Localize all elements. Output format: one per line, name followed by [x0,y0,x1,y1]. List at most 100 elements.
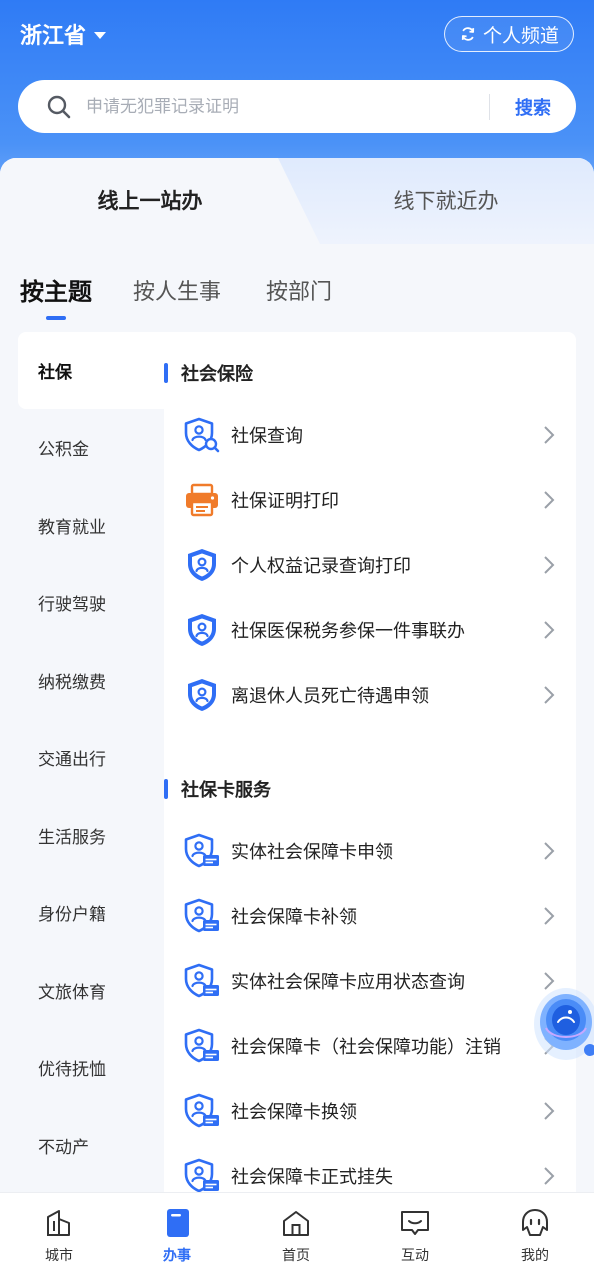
personal-channel-button[interactable]: 个人频道 [444,16,574,52]
nav-label: 办事 [163,1248,191,1264]
list-item[interactable]: 社保医保税务参保一件事联办 [164,597,576,662]
service-label: 社保医保税务参保一件事联办 [231,620,465,642]
robot-assistant-icon [534,988,594,1060]
region-label: 浙江省 [20,24,87,49]
sidebar-item-benefits[interactable]: 优待抚恤 [18,1029,164,1106]
service-label: 社会保障卡补领 [231,906,357,928]
sidebar: 社保 公积金 教育就业 行驶驾驶 纳税缴费 交通出行 生活服务 身份户籍 文旅体… [18,332,164,1198]
list-item[interactable]: 社会保障卡换领 [164,1078,576,1143]
chevron-right-icon [544,1166,555,1185]
section-title-text: 社会保险 [181,364,253,385]
shield-card-icon [184,1093,219,1127]
service-list: 社会保险 社保查询 社保证明打印 个人权益记录查询打印 社保医保税务参保一件事联… [164,332,576,1198]
list-item[interactable]: 实体社会保障卡应用状态查询 [164,948,576,1013]
sidebar-item-transport[interactable]: 交通出行 [18,719,164,796]
nav-label: 首页 [282,1248,310,1264]
service-label: 社保查询 [231,425,303,447]
sidebar-item-driving[interactable]: 行驶驾驶 [18,564,164,641]
service-label: 社会保障卡（社会保障功能）注销 [231,1036,501,1058]
shield-card-icon [184,963,219,997]
service-label: 社会保障卡正式挂失 [231,1166,393,1188]
search-bar: 搜索 [18,80,576,133]
assistant-floating-button[interactable] [528,980,594,1068]
section-marker [164,779,168,799]
list-item[interactable]: 社保证明打印 [164,467,576,532]
search-icon [47,95,71,118]
chat-bubble-icon [401,1211,429,1235]
shield-user-icon [188,548,216,581]
tab-by-theme[interactable]: 按主题 [20,272,92,307]
shield-card-icon [184,898,219,932]
shield-card-icon [184,833,219,867]
search-input[interactable] [86,96,489,117]
nav-label: 互动 [401,1248,429,1264]
tab-by-life-event[interactable]: 按人生事 [133,274,221,306]
service-label: 离退休人员死亡待遇申领 [231,685,429,707]
top-bar: 浙江省 个人频道 [0,0,594,70]
nav-label: 我的 [521,1248,549,1264]
tab-offline[interactable]: 线下就近办 [346,184,546,218]
service-label: 个人权益记录查询打印 [231,555,411,577]
sidebar-item-social-security[interactable]: 社保 [18,332,164,409]
chevron-right-icon [544,1101,555,1120]
service-label: 实体社会保障卡申领 [231,841,393,863]
home-icon [283,1211,309,1236]
nav-city[interactable]: 城市 [0,1193,118,1280]
profile-face-icon [522,1209,548,1236]
bottom-navigation: 城市 办事 首页 互动 我的 [0,1192,594,1280]
service-content: 社保 公积金 教育就业 行驶驾驶 纳税缴费 交通出行 生活服务 身份户籍 文旅体… [18,332,576,1198]
sidebar-item-identity[interactable]: 身份户籍 [18,874,164,951]
section-title: 社保卡服务 [164,774,271,804]
search-button[interactable]: 搜索 [490,94,576,120]
chevron-right-icon [544,620,555,639]
tab-by-department[interactable]: 按部门 [266,274,332,306]
list-item[interactable]: 社会保障卡补领 [164,883,576,948]
shield-card-icon [184,1158,219,1192]
chevron-right-icon [544,685,555,704]
list-item[interactable]: 社会保障卡（社会保障功能）注销 [164,1013,576,1078]
section-title: 社会保险 [164,358,253,388]
mode-tabs: 线上一站办 线下就近办 [0,158,594,244]
printer-icon [186,483,218,516]
shield-card-icon [184,1028,219,1062]
service-label: 实体社会保障卡应用状态查询 [231,971,465,993]
sidebar-item-culture-sports[interactable]: 文旅体育 [18,952,164,1029]
nav-home[interactable]: 首页 [237,1193,355,1280]
service-label: 社会保障卡换领 [231,1101,357,1123]
caret-down-icon [94,32,107,39]
shield-search-icon [184,417,220,452]
services-book-icon [167,1209,189,1237]
sidebar-item-housing-fund[interactable]: 公积金 [18,409,164,486]
chevron-right-icon [544,425,555,444]
chevron-right-icon [544,906,555,925]
service-label: 社保证明打印 [231,490,339,512]
active-tab-indicator [46,316,66,320]
refresh-icon [461,27,475,41]
chevron-right-icon [544,490,555,509]
list-item[interactable]: 实体社会保障卡申领 [164,818,576,883]
tab-online[interactable]: 线上一站办 [60,184,240,218]
sidebar-item-education-employment[interactable]: 教育就业 [18,487,164,564]
sidebar-item-life-services[interactable]: 生活服务 [18,797,164,874]
chevron-right-icon [544,841,555,860]
section-marker [164,363,168,383]
city-icon [47,1210,70,1236]
nav-interaction[interactable]: 互动 [356,1193,474,1280]
shield-user-icon [188,613,216,646]
shield-user-icon [188,678,216,711]
nav-profile[interactable]: 我的 [476,1193,594,1280]
sidebar-item-tax[interactable]: 纳税缴费 [18,642,164,719]
sidebar-item-real-estate[interactable]: 不动产 [18,1107,164,1184]
region-selector[interactable]: 浙江省 [20,18,107,50]
section-title-text: 社保卡服务 [181,780,271,801]
personal-channel-label: 个人频道 [482,24,559,47]
category-tabs: 按主题 按人生事 按部门 [0,268,594,324]
chevron-right-icon [544,555,555,574]
main-panel: 线上一站办 线下就近办 按主题 按人生事 按部门 社保 公积金 教育就业 行驶驾… [0,158,594,1198]
nav-services[interactable]: 办事 [118,1193,236,1280]
list-item[interactable]: 个人权益记录查询打印 [164,532,576,597]
nav-label: 城市 [45,1248,73,1264]
list-item[interactable]: 社保查询 [164,402,576,467]
list-item[interactable]: 社会保障卡正式挂失 [164,1143,576,1198]
list-item[interactable]: 离退休人员死亡待遇申领 [164,662,576,727]
